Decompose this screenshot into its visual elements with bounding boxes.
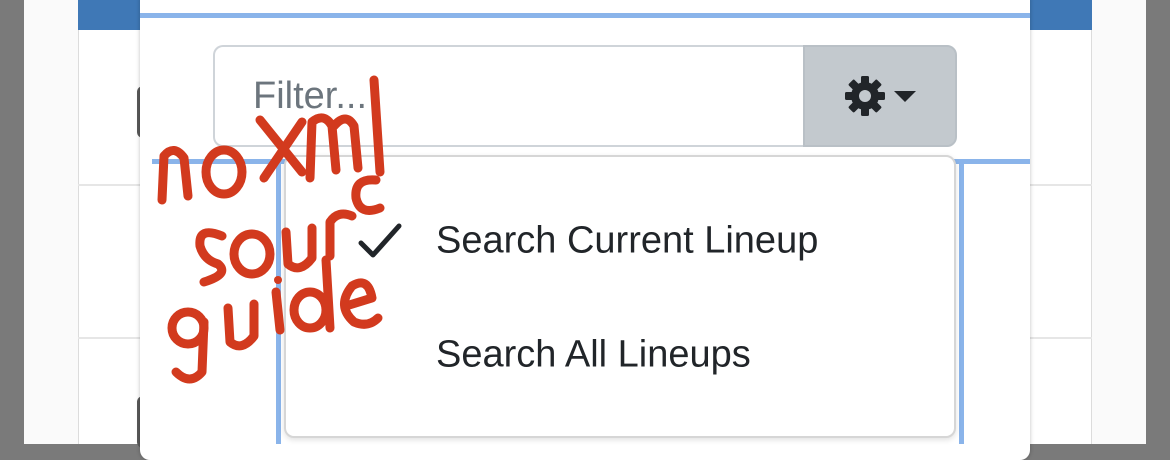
focus-outline-segment — [152, 159, 280, 164]
menu-item-label: Search Current Lineup — [436, 219, 819, 262]
menu-item-label: Search All Lineups — [436, 333, 751, 376]
checkmark-icon — [358, 223, 402, 258]
search-settings-button[interactable] — [803, 45, 957, 147]
caret-down-icon — [894, 91, 916, 102]
focus-outline-segment — [960, 159, 1030, 164]
menu-item-search-all-lineups[interactable]: Search All Lineups — [286, 305, 954, 405]
filter-input[interactable] — [213, 45, 811, 147]
gear-icon — [845, 76, 885, 116]
focus-outline-top — [140, 13, 1030, 18]
search-scope-menu: Search Current Lineup Search All Lineups — [284, 155, 956, 438]
menu-item-search-current-lineup[interactable]: Search Current Lineup — [286, 191, 954, 291]
